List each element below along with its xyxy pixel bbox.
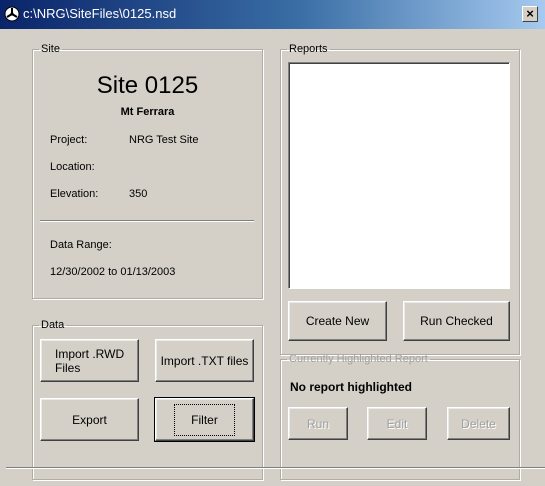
elevation-label: Elevation: — [50, 188, 99, 200]
project-value: NRG Test Site — [129, 134, 199, 146]
run-checked-button[interactable]: Run Checked — [403, 301, 510, 341]
site-group-legend: Site — [41, 43, 60, 55]
site-divider — [40, 220, 254, 222]
project-label: Project: — [50, 134, 88, 146]
run-button[interactable]: Run — [288, 407, 348, 440]
location-label: Location: — [50, 161, 95, 173]
filter-button-label: Filter — [174, 403, 235, 436]
app-icon — [4, 6, 20, 22]
data-range-value: 12/30/2002 to 01/13/2003 — [50, 266, 176, 278]
data-group-legend: Data — [41, 319, 65, 331]
edit-button[interactable]: Edit — [367, 407, 427, 440]
import-txt-button[interactable]: Import .TXT files — [155, 339, 254, 382]
import-rwd-button-label: Import .RWD Files — [55, 346, 125, 375]
reports-list[interactable] — [288, 62, 510, 289]
filter-button[interactable]: Filter — [154, 397, 255, 442]
reports-group-legend: Reports — [289, 43, 328, 55]
import-rwd-button[interactable]: Import .RWD Files — [40, 339, 139, 382]
create-new-button[interactable]: Create New — [288, 301, 387, 341]
elevation-value: 350 — [129, 188, 148, 200]
highlighted-status: No report highlighted — [290, 380, 412, 394]
status-bar — [6, 467, 545, 486]
data-range-label: Data Range: — [50, 239, 112, 251]
dialog-body: Site Site 0125 Mt Ferrara Project: NRG T… — [0, 29, 545, 486]
site-subtitle: Mt Ferrara — [120, 106, 175, 118]
export-button[interactable]: Export — [40, 398, 139, 441]
close-button[interactable]: × — [522, 6, 538, 22]
delete-button[interactable]: Delete — [447, 407, 510, 440]
window-title: c:\NRG\SiteFiles\0125.nsd — [23, 6, 177, 21]
site-name: Site 0125 — [96, 72, 199, 99]
highlighted-report-group-legend: Currently Highlighted Report — [289, 353, 428, 365]
title-bar: c:\NRG\SiteFiles\0125.nsd × — [0, 0, 545, 29]
